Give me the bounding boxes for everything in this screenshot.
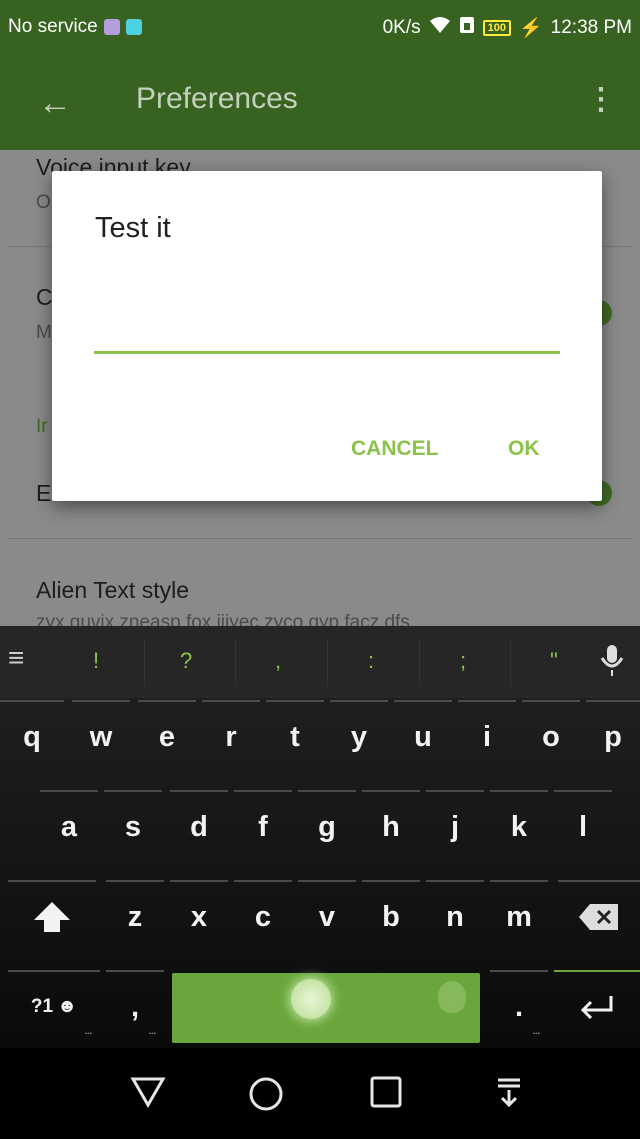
key-e[interactable]: e	[138, 700, 196, 772]
status-bar: No service 0K/s 100 ⚡ 12:38 PM	[0, 0, 640, 56]
key-n[interactable]: n	[426, 880, 484, 952]
suggestion-key[interactable]: :	[368, 648, 374, 674]
key-u[interactable]: u	[394, 700, 452, 772]
input-underline	[94, 351, 560, 354]
cancel-button[interactable]: CANCEL	[351, 437, 439, 461]
pref-category-header: Ir	[36, 416, 48, 437]
pref-item2-summary: M	[36, 322, 52, 343]
suggestion-key[interactable]: ,	[275, 648, 281, 674]
status-right: 0K/s 100 ⚡ 12:38 PM	[383, 16, 632, 40]
divider	[419, 638, 420, 686]
key-p[interactable]: p	[586, 700, 640, 772]
overflow-menu-icon[interactable]: ⋮	[586, 82, 616, 117]
key-k[interactable]: k	[490, 790, 548, 862]
key-f[interactable]: f	[234, 790, 292, 862]
test-input-field[interactable]	[94, 301, 560, 345]
soft-keyboard: ≡ ! ? , : ; " q w e r t y u i o p a s d …	[0, 626, 640, 1048]
emoji-icon: ☻	[57, 996, 78, 1017]
key-b[interactable]: b	[362, 880, 420, 952]
pref-item2-title[interactable]: C	[36, 284, 53, 311]
key-m[interactable]: m	[490, 880, 548, 952]
carrier-text: No service	[8, 16, 98, 37]
app-bar: ← Preferences ⋮	[0, 56, 640, 150]
divider	[8, 538, 632, 539]
network-speed: 0K/s	[382, 17, 421, 38]
test-it-dialog: Test it CANCEL OK	[52, 171, 602, 501]
suggestion-strip: ≡ ! ? , : ; "	[0, 626, 640, 698]
wifi-icon	[429, 16, 451, 40]
sim-icon	[459, 16, 475, 40]
period-key[interactable]: . ...	[490, 970, 548, 1042]
pref-voice-input-summary: O	[36, 192, 51, 213]
symbols-key-label: ?1	[30, 996, 54, 1017]
period-key-label: .	[514, 990, 524, 1023]
key-t[interactable]: t	[266, 700, 324, 772]
key-r[interactable]: r	[202, 700, 260, 772]
key-q[interactable]: q	[0, 700, 64, 772]
notification-app-icon-2	[125, 19, 142, 35]
key-j[interactable]: j	[426, 790, 484, 862]
mic-icon[interactable]	[599, 644, 625, 683]
comma-key-label: ,	[130, 990, 140, 1023]
enter-key[interactable]	[554, 970, 640, 1042]
notification-app-icon	[103, 19, 120, 35]
key-h[interactable]: h	[362, 790, 420, 862]
pref-alien-text-title[interactable]: Alien Text style	[36, 577, 189, 604]
clock-text: 12:38 PM	[550, 17, 632, 38]
shift-arrow-icon	[34, 902, 70, 932]
key-hint: ...	[84, 1026, 92, 1036]
system-nav-bar	[0, 1048, 640, 1139]
suggestion-key[interactable]: !	[93, 648, 99, 674]
key-o[interactable]: o	[522, 700, 580, 772]
divider	[327, 638, 328, 686]
key-z[interactable]: z	[106, 880, 164, 952]
symbols-key[interactable]: ?1 ☻ ...	[8, 970, 100, 1042]
spacebar-key[interactable]	[172, 973, 480, 1043]
key-v[interactable]: v	[298, 880, 356, 952]
page-title: Preferences	[136, 82, 298, 115]
divider	[144, 638, 145, 686]
key-hint: ...	[532, 1026, 540, 1036]
suggestion-key[interactable]: ?	[180, 648, 192, 674]
status-left: No service	[8, 16, 142, 38]
comma-key[interactable]: , ...	[106, 970, 164, 1042]
key-i[interactable]: i	[458, 700, 516, 772]
charging-icon: ⚡	[519, 18, 543, 39]
key-l[interactable]: l	[554, 790, 612, 862]
recents-square-icon[interactable]	[370, 1076, 402, 1117]
dialog-title: Test it	[95, 212, 171, 244]
pref-item3-title[interactable]: E	[36, 480, 51, 507]
shift-key[interactable]	[8, 880, 96, 952]
key-g[interactable]: g	[298, 790, 356, 862]
notification-shade-icon[interactable]	[496, 1076, 522, 1117]
key-a[interactable]: a	[40, 790, 98, 862]
back-triangle-icon[interactable]	[130, 1076, 166, 1117]
suggestion-key[interactable]: "	[550, 648, 558, 674]
key-c[interactable]: c	[234, 880, 292, 952]
back-arrow-icon[interactable]: ←	[38, 84, 72, 123]
key-d[interactable]: d	[170, 790, 228, 862]
battery-icon: 100	[482, 20, 511, 36]
backspace-key[interactable]	[558, 880, 640, 952]
divider	[510, 638, 511, 686]
key-s[interactable]: s	[104, 790, 162, 862]
divider	[235, 638, 236, 686]
pref-alien-text-summary: zyx guvix zneasp fox jiiyec zyco qyp fac…	[36, 612, 410, 626]
key-hint: ...	[148, 1026, 156, 1036]
key-y[interactable]: y	[330, 700, 388, 772]
home-circle-icon[interactable]	[248, 1076, 284, 1121]
enter-icon	[580, 996, 613, 1020]
swipe-indicator-icon	[291, 979, 331, 1019]
backspace-icon	[579, 904, 618, 930]
key-x[interactable]: x	[170, 880, 228, 952]
ok-button[interactable]: OK	[508, 437, 540, 461]
menu-icon[interactable]: ≡	[8, 642, 24, 674]
key-w[interactable]: w	[72, 700, 130, 772]
suggestion-key[interactable]: ;	[460, 648, 466, 674]
alien-icon	[438, 981, 466, 1013]
